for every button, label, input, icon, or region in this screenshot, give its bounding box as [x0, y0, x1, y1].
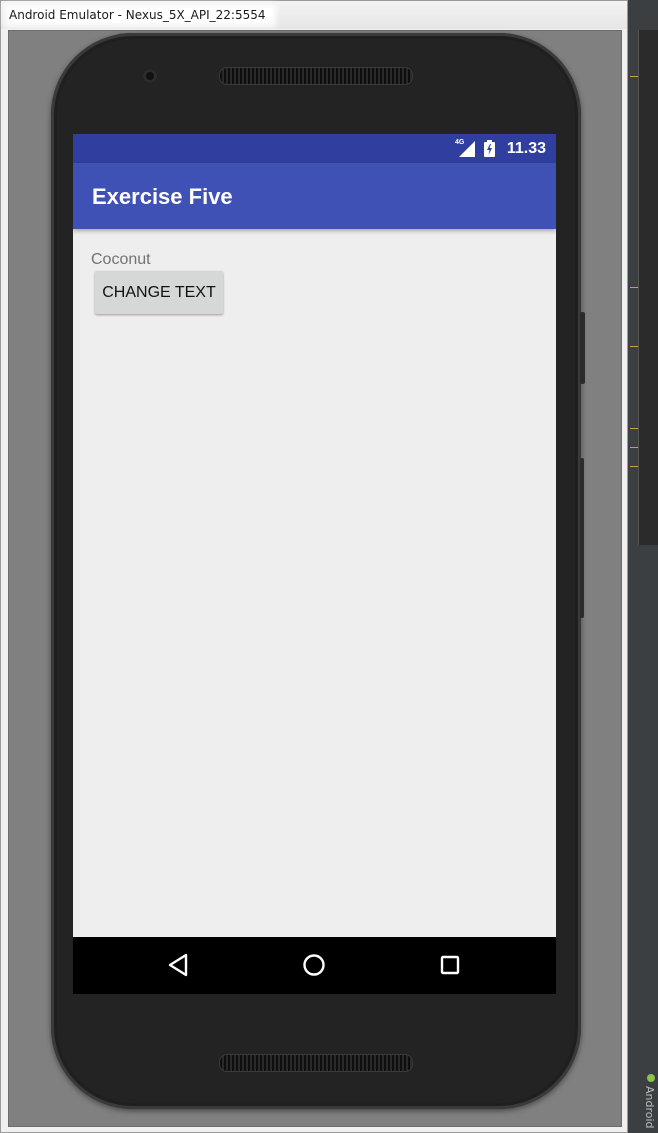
recents-square-icon[interactable]	[437, 952, 463, 978]
home-circle-icon[interactable]	[301, 952, 327, 978]
volume-rocker[interactable]	[580, 458, 584, 618]
android-icon	[647, 1074, 655, 1082]
front-camera	[143, 69, 157, 83]
content-text: Coconut	[91, 251, 151, 268]
ide-marker	[630, 428, 638, 429]
back-triangle-icon[interactable]	[166, 952, 192, 978]
power-button[interactable]	[580, 312, 585, 384]
signal-icon	[459, 141, 475, 157]
window-titlebar[interactable]: Android Emulator - Nexus_5X_API_22:5554	[1, 1, 627, 29]
ide-editor-panel	[638, 30, 658, 545]
app-bar: Exercise Five	[73, 163, 556, 229]
bottom-speaker	[219, 1054, 413, 1072]
change-text-button[interactable]: CHANGE TEXT	[95, 271, 223, 314]
status-time: 11.33	[506, 140, 546, 157]
navigation-bar	[73, 937, 556, 994]
ide-marker	[630, 466, 638, 467]
device-screen: 4G 11.33 Exercise Five Coconut CHANGE TE…	[73, 134, 556, 994]
status-bar: 4G 11.33	[73, 134, 556, 163]
ide-marker	[630, 346, 638, 347]
ide-marker	[630, 447, 638, 448]
earpiece-speaker	[219, 67, 413, 85]
app-title: Exercise Five	[92, 184, 233, 209]
battery-charging-icon	[484, 140, 495, 157]
window-title: Android Emulator - Nexus_5X_API_22:5554	[8, 8, 272, 23]
ide-android-tab[interactable]: Android	[643, 1086, 656, 1129]
ide-marker	[630, 76, 638, 77]
ide-marker	[630, 287, 638, 288]
